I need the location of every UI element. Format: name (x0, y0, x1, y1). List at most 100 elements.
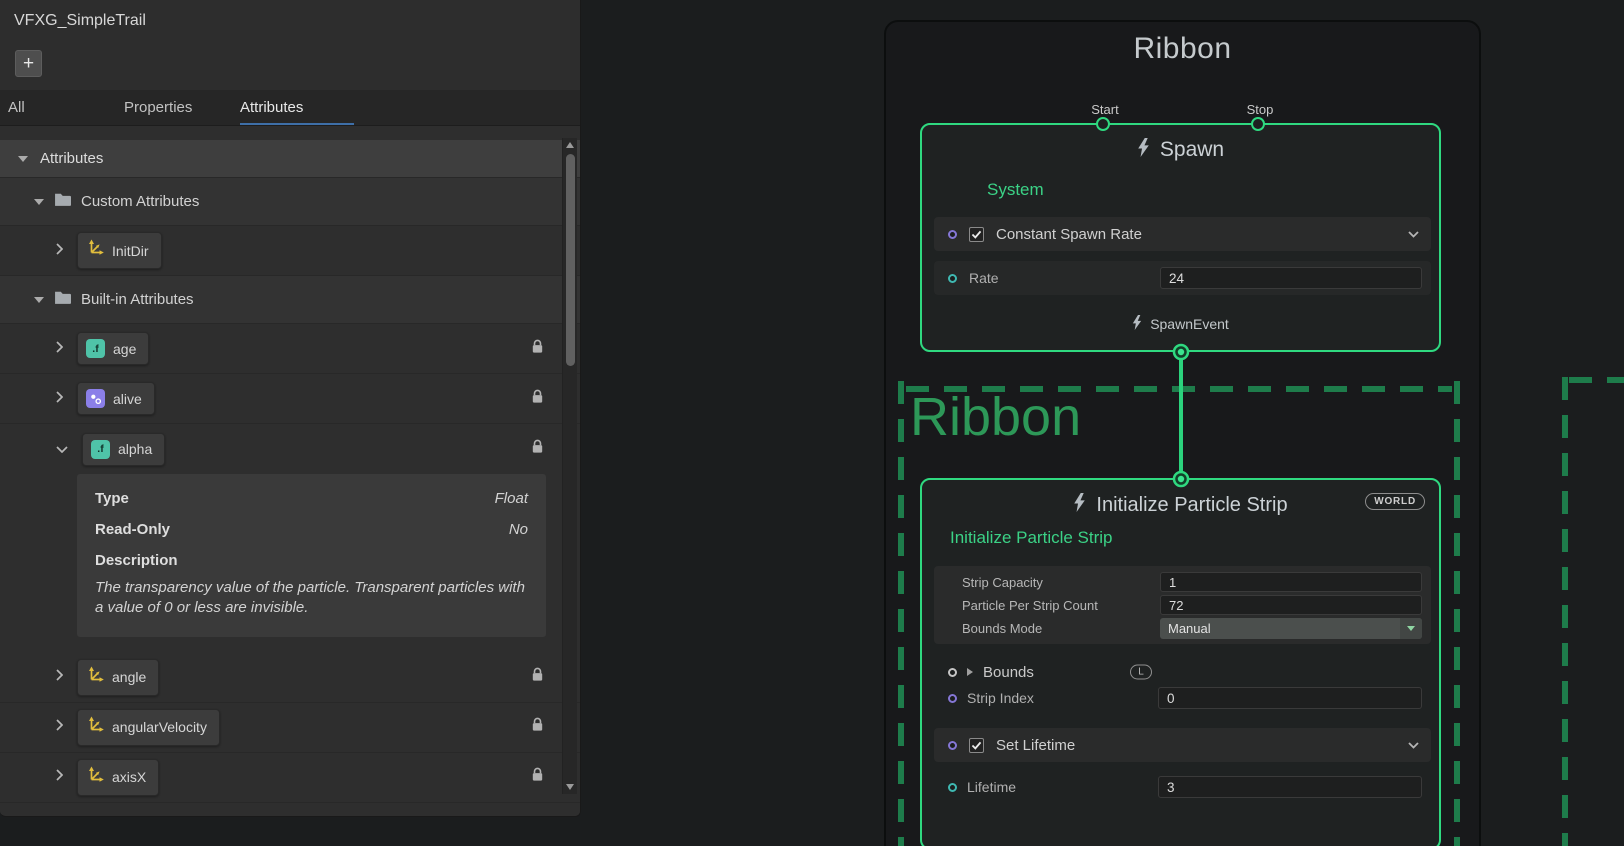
float-icon: .f (86, 339, 105, 358)
attribute-chip[interactable]: angularVelocity (77, 709, 220, 746)
rate-input[interactable]: 24 (1160, 267, 1422, 289)
dropdown-arrow-icon (1400, 618, 1422, 639)
rate-row[interactable]: Rate 24 (934, 261, 1431, 295)
lock-icon (531, 767, 544, 788)
bounds-mode-dropdown[interactable]: Manual (1160, 618, 1422, 639)
vector-icon (86, 716, 104, 739)
scrollbar[interactable] (562, 138, 577, 794)
scroll-down-icon[interactable] (566, 784, 574, 790)
set-lifetime-port[interactable] (948, 741, 957, 750)
set-lifetime-block[interactable]: Set Lifetime (934, 728, 1431, 762)
chevron-down-icon[interactable] (1408, 225, 1419, 243)
attribute-label: angularVelocity (112, 719, 207, 735)
collapse-triangle-icon[interactable] (34, 199, 44, 205)
attributes-section-label: Attributes (40, 150, 103, 167)
local-space-badge[interactable]: L (1130, 665, 1152, 680)
attribute-item-angularvelocity[interactable]: angularVelocity (0, 703, 580, 753)
chevron-right-icon[interactable] (56, 668, 63, 686)
lifetime-port[interactable] (948, 783, 957, 792)
strip-index-row[interactable]: Strip Index 0 (934, 686, 1431, 710)
constant-spawn-rate-checkbox[interactable] (969, 227, 984, 242)
lifetime-row[interactable]: Lifetime 3 (934, 772, 1431, 802)
lifetime-label: Lifetime (967, 779, 1016, 795)
initialize-settings-block: Strip Capacity 1 Particle Per Strip Coun… (934, 566, 1431, 644)
initialize-context-node[interactable]: Initialize Particle Strip WORLD Initiali… (920, 478, 1441, 846)
attribute-item-initdir[interactable]: InitDir (0, 226, 580, 276)
type-value: Float (495, 490, 528, 507)
chevron-right-icon[interactable] (56, 340, 63, 358)
set-lifetime-checkbox[interactable] (969, 738, 984, 753)
chevron-right-icon[interactable] (56, 768, 63, 786)
collapse-triangle-icon[interactable] (34, 297, 44, 303)
bounds-mode-label: Bounds Mode (962, 621, 1042, 636)
tab-all[interactable]: All (8, 90, 124, 125)
strip-index-port[interactable] (948, 694, 957, 703)
constant-spawn-rate-block[interactable]: Constant Spawn Rate (934, 217, 1431, 251)
chevron-right-icon[interactable] (56, 242, 63, 260)
attribute-chip[interactable]: .f age (77, 332, 149, 365)
float-icon: .f (91, 440, 110, 459)
attribute-item-alpha[interactable]: .f alpha (0, 424, 580, 474)
blackboard-header: VFXG_SimpleTrail + (0, 0, 580, 90)
attribute-label: alpha (118, 441, 152, 457)
blackboard-panel: VFXG_SimpleTrail + All Properties Attrib… (0, 0, 581, 817)
attribute-chip[interactable]: alive (77, 382, 155, 415)
attribute-label: alive (113, 391, 142, 407)
attribute-item-axisx[interactable]: axisX (0, 753, 580, 803)
particle-per-strip-count-input[interactable]: 72 (1160, 595, 1422, 615)
flow-label-stop: Stop (1247, 102, 1274, 117)
chevron-right-icon[interactable] (56, 718, 63, 736)
vector-icon (86, 239, 104, 262)
chevron-down-icon[interactable] (1408, 736, 1419, 754)
attribute-chip[interactable]: axisX (77, 759, 159, 796)
strip-index-label: Strip Index (967, 690, 1034, 706)
spawn-context-node[interactable]: Start Stop Spawn System Constant Spawn R… (920, 123, 1441, 352)
attribute-item-age[interactable]: .f age (0, 324, 580, 374)
particle-per-strip-count-label: Particle Per Strip Count (962, 598, 1098, 613)
scroll-up-icon[interactable] (566, 142, 574, 148)
flow-label-start: Start (1091, 102, 1118, 117)
bounds-mode-value: Manual (1168, 621, 1211, 636)
bounds-port[interactable] (948, 668, 957, 677)
world-space-badge[interactable]: WORLD (1365, 493, 1425, 510)
attribute-chip[interactable]: .f alpha (82, 433, 165, 466)
group-title: Ribbon (886, 22, 1479, 66)
vector-icon (86, 666, 104, 689)
attribute-item-angle[interactable]: angle (0, 653, 580, 703)
attribute-chip[interactable]: angle (77, 659, 159, 696)
attributes-section-row[interactable]: Attributes (0, 140, 580, 178)
strip-capacity-row: Strip Capacity 1 (934, 571, 1431, 594)
lock-icon (531, 667, 544, 688)
tab-properties[interactable]: Properties (124, 90, 240, 125)
lifetime-input[interactable]: 3 (1158, 776, 1422, 798)
vector-icon (86, 766, 104, 789)
bounds-row[interactable]: Bounds L (934, 660, 1431, 684)
attribute-tree: Attributes Custom Attributes InitDir (0, 126, 580, 816)
rate-label: Rate (969, 270, 999, 286)
system-label: Ribbon (910, 386, 1081, 448)
vfx-graph-window: Ribbon Ribbon Start Stop Spawn System Co… (0, 0, 1624, 846)
chevron-right-icon[interactable] (56, 390, 63, 408)
bool-icon (86, 389, 105, 408)
collapse-triangle-icon[interactable] (18, 156, 28, 162)
chevron-down-icon[interactable] (56, 440, 68, 458)
custom-attributes-folder-label: Custom Attributes (81, 193, 199, 210)
rate-port[interactable] (948, 274, 957, 283)
tab-attributes[interactable]: Attributes (240, 90, 356, 125)
lock-icon (531, 439, 544, 460)
initialize-node-title: Initialize Particle Strip (1096, 494, 1287, 517)
custom-attributes-folder-row[interactable]: Custom Attributes (0, 178, 580, 226)
attribute-chip[interactable]: InitDir (77, 232, 162, 269)
strip-capacity-input[interactable]: 1 (1160, 572, 1422, 592)
description-text: The transparency value of the particle. … (95, 578, 528, 619)
spawn-event-label: SpawnEvent (1150, 316, 1229, 332)
add-attribute-button[interactable]: + (15, 50, 42, 77)
scrollbar-thumb[interactable] (566, 154, 575, 366)
attribute-item-alive[interactable]: alive (0, 374, 580, 424)
particle-per-strip-count-row: Particle Per Strip Count 72 (934, 594, 1431, 617)
builtin-attributes-folder-row[interactable]: Built-in Attributes (0, 276, 580, 324)
block-port-purple[interactable] (948, 230, 957, 239)
bounds-expander-icon[interactable] (967, 668, 973, 676)
strip-index-input[interactable]: 0 (1158, 687, 1422, 709)
set-lifetime-label: Set Lifetime (996, 737, 1075, 754)
